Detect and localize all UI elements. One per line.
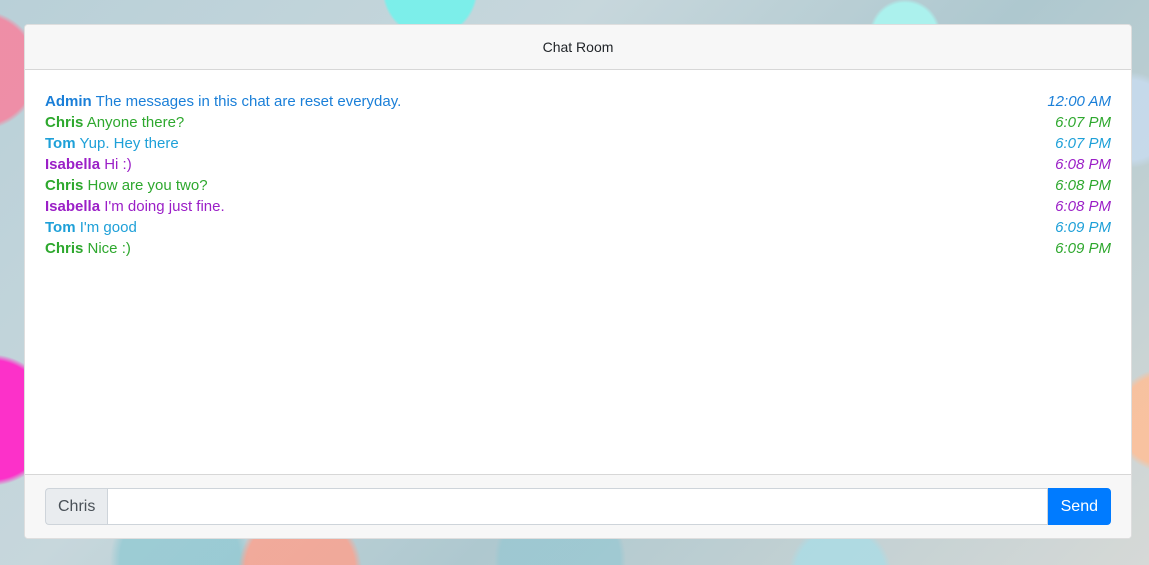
message-row: Tom I'm good 6:09 PM bbox=[45, 217, 1111, 238]
message-row: Tom Yup. Hey there 6:07 PM bbox=[45, 133, 1111, 154]
page-title: Chat Room bbox=[542, 39, 614, 55]
message-author: Tom bbox=[45, 135, 76, 152]
message-text: How are you two? bbox=[87, 177, 208, 194]
message-text: The messages in this chat are reset ever… bbox=[95, 93, 402, 110]
message-row: Isabella I'm doing just fine. 6:08 PM bbox=[45, 196, 1111, 217]
composer: Chris Send bbox=[25, 474, 1131, 538]
message-input-group: Chris Send bbox=[45, 488, 1111, 525]
username-label: Chris bbox=[45, 488, 108, 525]
message-timestamp: 6:08 PM bbox=[1055, 198, 1111, 215]
message-row: Isabella Hi :) 6:08 PM bbox=[45, 154, 1111, 175]
message-row: Admin The messages in this chat are rese… bbox=[45, 91, 1111, 112]
message-body: Tom Yup. Hey there bbox=[45, 133, 179, 154]
message-body: Admin The messages in this chat are rese… bbox=[45, 91, 401, 112]
message-text: I'm doing just fine. bbox=[104, 198, 225, 215]
message-author: Isabella bbox=[45, 156, 101, 173]
message-text: Nice :) bbox=[87, 240, 131, 257]
message-author: Chris bbox=[45, 114, 84, 131]
message-text: Anyone there? bbox=[86, 114, 185, 131]
message-body: Isabella Hi :) bbox=[45, 154, 132, 175]
message-body: Chris Nice :) bbox=[45, 238, 131, 259]
message-author: Chris bbox=[45, 240, 84, 257]
message-timestamp: 6:09 PM bbox=[1055, 219, 1111, 236]
message-author: Chris bbox=[45, 177, 84, 194]
message-body: Isabella I'm doing just fine. bbox=[45, 196, 225, 217]
message-list: Admin The messages in this chat are rese… bbox=[25, 70, 1131, 474]
message-text: Yup. Hey there bbox=[79, 135, 179, 152]
message-timestamp: 12:00 AM bbox=[1047, 93, 1111, 110]
message-author: Isabella bbox=[45, 198, 101, 215]
message-row: Chris How are you two? 6:08 PM bbox=[45, 175, 1111, 196]
message-author: Tom bbox=[45, 219, 76, 236]
chat-header: Chat Room bbox=[25, 25, 1131, 70]
message-timestamp: 6:07 PM bbox=[1055, 114, 1111, 131]
message-timestamp: 6:08 PM bbox=[1055, 177, 1111, 194]
message-author: Admin bbox=[45, 93, 92, 110]
message-timestamp: 6:09 PM bbox=[1055, 240, 1111, 257]
message-body: Tom I'm good bbox=[45, 217, 137, 238]
message-row: Chris Anyone there? 6:07 PM bbox=[45, 112, 1111, 133]
send-button[interactable]: Send bbox=[1047, 488, 1111, 525]
message-body: Chris Anyone there? bbox=[45, 112, 184, 133]
chat-card: Chat Room Admin The messages in this cha… bbox=[24, 24, 1132, 539]
message-row: Chris Nice :) 6:09 PM bbox=[45, 238, 1111, 259]
message-input[interactable] bbox=[107, 488, 1048, 525]
message-timestamp: 6:08 PM bbox=[1055, 156, 1111, 173]
message-body: Chris How are you two? bbox=[45, 175, 208, 196]
message-timestamp: 6:07 PM bbox=[1055, 135, 1111, 152]
message-text: I'm good bbox=[79, 219, 137, 236]
message-text: Hi :) bbox=[104, 156, 132, 173]
